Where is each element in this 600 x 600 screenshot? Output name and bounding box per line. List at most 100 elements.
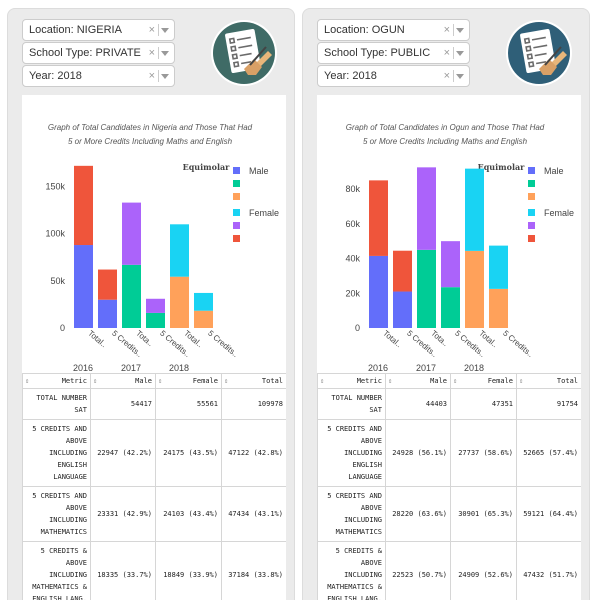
school-type-select-value: School Type: PUBLIC xyxy=(324,47,431,59)
legend-label-male: Male xyxy=(249,166,269,176)
y-tick-label: 150k xyxy=(45,182,65,192)
y-tick-label: 40k xyxy=(345,254,360,264)
checklist-clipboard-icon xyxy=(506,20,572,86)
column-header-label: Female xyxy=(487,377,513,385)
column-header-label: Female xyxy=(192,377,218,385)
year-label: 2018 xyxy=(464,363,484,373)
bar-female xyxy=(369,180,388,256)
male-cell: 22947 (42.2%) xyxy=(90,419,156,487)
metrics-table: ⇕ Metric ⇕ Male ⇕ Female ⇕ Total TOTAL NUMBE… xyxy=(317,373,581,600)
clear-x-icon[interactable]: × xyxy=(149,20,155,40)
year-label: 2017 xyxy=(416,363,436,373)
x-tick-label: Total.. xyxy=(381,329,403,350)
legend-swatch xyxy=(528,180,535,187)
bar-female xyxy=(146,298,165,313)
select-separator xyxy=(453,70,454,82)
sort-arrows-icon[interactable]: ⇕ xyxy=(224,377,228,385)
metric-cell: 5 CREDITS AND ABOVE INCLUDING MATHEMATIC… xyxy=(317,486,386,542)
school-type-select[interactable]: School Type: PUBLIC × xyxy=(317,42,470,64)
sort-arrows-icon[interactable]: ⇕ xyxy=(519,377,523,385)
total-cell: 109978 xyxy=(221,388,286,420)
chevron-down-icon[interactable] xyxy=(456,28,464,33)
y-tick-label: 0 xyxy=(60,323,65,333)
bar-female xyxy=(441,241,460,288)
bar-female xyxy=(170,224,189,277)
column-header-male[interactable]: ⇕ Male xyxy=(90,373,156,389)
year-select[interactable]: Year: 2018 × xyxy=(317,65,470,87)
chevron-down-icon[interactable] xyxy=(456,51,464,56)
table-row: 5 CREDITS AND ABOVE INCLUDING MATHEMATIC… xyxy=(22,486,286,542)
bar-male xyxy=(393,291,412,328)
sort-arrows-icon[interactable]: ⇕ xyxy=(320,377,324,385)
clear-x-icon[interactable]: × xyxy=(149,43,155,63)
clear-x-icon[interactable]: × xyxy=(444,20,450,40)
legend-swatch xyxy=(233,222,240,229)
location-select[interactable]: Location: OGUN × xyxy=(317,19,470,41)
location-select-value: Location: NIGERIA xyxy=(29,24,122,36)
table-row: 5 CREDITS AND ABOVE INCLUDING ENGLISH LA… xyxy=(22,419,286,487)
female-cell: 47351 xyxy=(450,388,517,420)
table-header-row: ⇕ Metric ⇕ Male ⇕ Female ⇕ Total xyxy=(317,373,581,389)
clear-x-icon[interactable]: × xyxy=(444,66,450,86)
legend-swatch xyxy=(233,180,240,187)
column-header-label: Total xyxy=(556,377,578,385)
female-cell: 24909 (52.6%) xyxy=(450,541,517,600)
male-cell: 22523 (50.7%) xyxy=(385,541,451,600)
clear-x-icon[interactable]: × xyxy=(444,43,450,63)
select-separator xyxy=(158,47,159,59)
male-cell: 18335 (33.7%) xyxy=(90,541,156,600)
total-cell: 37184 (33.8%) xyxy=(221,541,286,600)
x-tick-label: Tota.. xyxy=(429,329,450,348)
female-cell: 24103 (43.4%) xyxy=(155,486,222,542)
bar-female xyxy=(98,269,117,300)
legend-label-female: Female xyxy=(544,208,574,218)
sort-arrows-icon[interactable]: ⇕ xyxy=(388,377,392,385)
column-header-female[interactable]: ⇕ Female xyxy=(450,373,517,389)
right-panel: Location: OGUN × School Type: PUBLIC × Y… xyxy=(302,8,590,600)
chevron-down-icon[interactable] xyxy=(456,74,464,79)
sort-arrows-icon[interactable]: ⇕ xyxy=(453,377,457,385)
x-tick-label: 5 Credits.. xyxy=(501,329,535,359)
total-cell: 59121 (64.4%) xyxy=(516,486,581,542)
chart-title: Graph of Total Candidates in Nigeria and… xyxy=(48,123,253,132)
column-header-total[interactable]: ⇕ Total xyxy=(516,373,581,389)
table-header-row: ⇕ Metric ⇕ Male ⇕ Female ⇕ Total xyxy=(22,373,286,389)
column-header-male[interactable]: ⇕ Male xyxy=(385,373,451,389)
bar-male xyxy=(122,264,141,328)
bar-male xyxy=(489,288,508,328)
sort-arrows-icon[interactable]: ⇕ xyxy=(25,377,29,385)
school-type-select[interactable]: School Type: PRIVATE × xyxy=(22,42,175,64)
bar-male xyxy=(441,287,460,328)
clear-x-icon[interactable]: × xyxy=(149,66,155,86)
chevron-down-icon[interactable] xyxy=(161,51,169,56)
year-select[interactable]: Year: 2018 × xyxy=(22,65,175,87)
table-row: 5 CREDITS AND ABOVE INCLUDING ENGLISH LA… xyxy=(317,419,581,487)
total-cell: 52665 (57.4%) xyxy=(516,419,581,487)
female-cell: 18849 (33.9%) xyxy=(155,541,222,600)
sort-arrows-icon[interactable]: ⇕ xyxy=(93,377,97,385)
bar-male xyxy=(74,245,93,328)
column-header-metric[interactable]: ⇕ Metric xyxy=(22,373,91,389)
bar-female xyxy=(489,245,508,289)
metric-cell: 5 CREDITS & ABOVE INCLUDING MATHEMATICS … xyxy=(317,541,386,600)
total-cell: 47122 (42.8%) xyxy=(221,419,286,487)
chevron-down-icon[interactable] xyxy=(161,28,169,33)
legend-swatch xyxy=(528,222,535,229)
column-header-label: Metric xyxy=(61,377,87,385)
male-cell: 54417 xyxy=(90,388,156,420)
metric-cell: 5 CREDITS AND ABOVE INCLUDING ENGLISH LA… xyxy=(22,419,91,487)
metric-cell: TOTAL NUMBER SAT xyxy=(317,388,386,420)
legend-swatch xyxy=(233,167,240,174)
location-select[interactable]: Location: NIGERIA × xyxy=(22,19,175,41)
table-row: TOTAL NUMBER SAT 54417 55561 109978 xyxy=(22,388,286,420)
metric-cell: 5 CREDITS AND ABOVE INCLUDING MATHEMATIC… xyxy=(22,486,91,542)
bar-female xyxy=(465,168,484,251)
x-tick-label: Tota.. xyxy=(134,329,155,348)
chevron-down-icon[interactable] xyxy=(161,74,169,79)
column-header-metric[interactable]: ⇕ Metric xyxy=(317,373,386,389)
sort-arrows-icon[interactable]: ⇕ xyxy=(158,377,162,385)
column-header-female[interactable]: ⇕ Female xyxy=(155,373,222,389)
year-label: 2016 xyxy=(368,363,388,373)
column-header-total[interactable]: ⇕ Total xyxy=(221,373,286,389)
bar-male xyxy=(465,250,484,328)
